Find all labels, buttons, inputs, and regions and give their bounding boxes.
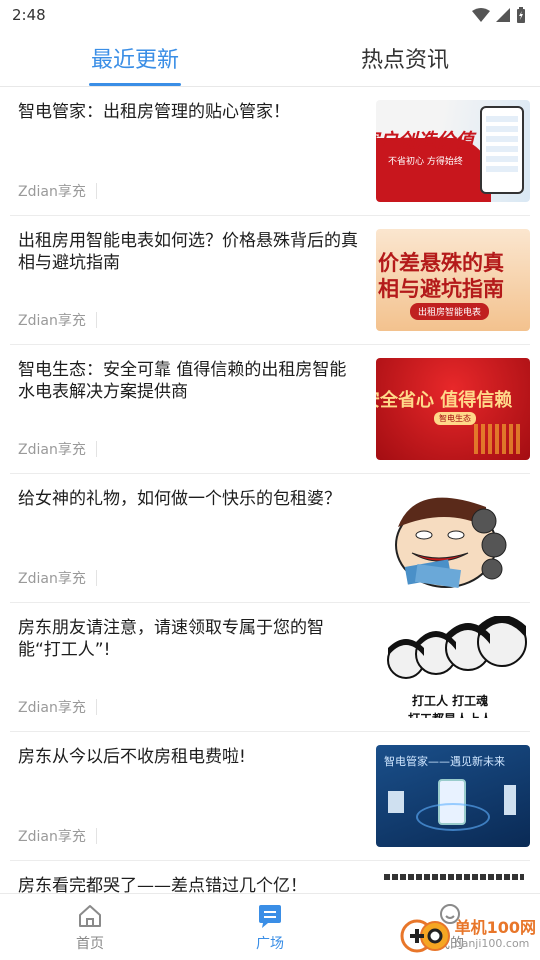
article-text: 房东朋友请注意，请速领取专属于您的智能“打工人”! Zdian享充 [10, 603, 376, 731]
article-author: Zdian享充 [18, 700, 86, 716]
thumb-meter [504, 785, 516, 815]
article-thumbnail: 客户创造价值 不省初心 方得始终 [376, 100, 530, 202]
article-item[interactable]: 给女神的礼物，如何做一个快乐的包租婆？ Zdian享充 [10, 474, 530, 603]
home-icon [79, 904, 101, 927]
article-title: 给女神的礼物，如何做一个快乐的包租婆？ [18, 489, 341, 509]
article-thumbnail: 打工人 打工魂 打工都是人上人 [376, 616, 530, 718]
article-author: Zdian享充 [18, 829, 86, 845]
battery-icon [517, 7, 525, 23]
thumb-meter [388, 791, 404, 813]
meta-divider [95, 441, 97, 457]
article-meta: Zdian享充 [18, 826, 97, 846]
article-meta: Zdian享充 [18, 568, 97, 588]
article-title: 房东看完都哭了——差点错过几个亿！ [18, 876, 307, 894]
thumb-ring [416, 803, 490, 831]
article-text: 出租房用智能电表如何选？价格悬殊背后的真相与避坑指南 Zdian享充 [10, 216, 376, 344]
watermark-logo [399, 916, 451, 956]
thumb-subcaption: 不省初心 方得始终 [388, 157, 463, 167]
thumb-subcaption: 出租房智能电表 [410, 303, 490, 320]
article-author: Zdian享充 [18, 442, 86, 458]
article-title: 出租房用智能电表如何选？价格悬殊背后的真相与避坑指南 [18, 231, 358, 273]
tab-hot-news[interactable]: 热点资讯 [270, 30, 540, 86]
signal-icon [496, 8, 510, 22]
article-text: 房东从今以后不收房租电费啦! Zdian享充 [10, 732, 376, 860]
thumb-caption-line2: 相与避坑指南 [378, 277, 504, 301]
article-item[interactable]: 智电生态：安全可靠 值得信赖的出租房智能水电表解决方案提供商 Zdian享充 安… [10, 345, 530, 474]
meta-divider [95, 699, 97, 715]
article-item[interactable]: 智电管家：出租房管理的贴心管家！ Zdian享充 客户创造价值 不省初心 方得始… [10, 87, 530, 216]
watermark: 单机100网 danji100.com [399, 916, 536, 956]
meta-divider [95, 828, 97, 844]
watermark-sub: danji100.com [454, 937, 530, 950]
article-author: Zdian享充 [18, 184, 86, 200]
article-item[interactable]: 房东看完都哭了——差点错过几个亿！ [10, 861, 530, 894]
thumb-phone [480, 106, 524, 194]
tab-recent-updates[interactable]: 最近更新 [0, 30, 270, 86]
article-thumbnail [376, 874, 530, 894]
thumb-caption: 客户创造价值 [376, 130, 475, 152]
article-thumbnail [376, 487, 530, 589]
nav-square[interactable]: 广场 [180, 894, 360, 960]
nav-home-label: 首页 [76, 935, 104, 952]
tab-bar: 最近更新 热点资讯 [0, 30, 540, 87]
article-title: 智电管家：出租房管理的贴心管家！ [18, 102, 290, 122]
thumb-caption: 智电管家——遇见新未来 [384, 755, 505, 768]
article-thumbnail: 智电管家——遇见新未来 [376, 745, 530, 847]
meta-divider [95, 570, 97, 586]
worker-meme-image [387, 616, 527, 679]
nav-home[interactable]: 首页 [0, 894, 180, 960]
meta-divider [95, 183, 97, 199]
article-item[interactable]: 出租房用智能电表如何选？价格悬殊背后的真相与避坑指南 Zdian享充 价差悬殊的… [10, 216, 530, 345]
article-text: 给女神的礼物，如何做一个快乐的包租婆？ Zdian享充 [10, 474, 376, 602]
article-meta: Zdian享充 [18, 439, 97, 459]
article-text: 智电生态：安全可靠 值得信赖的出租房智能水电表解决方案提供商 Zdian享充 [10, 345, 376, 473]
article-meta: Zdian享充 [18, 310, 97, 330]
thumb-text-strip [384, 874, 524, 880]
article-title: 智电生态：安全可靠 值得信赖的出租房智能水电表解决方案提供商 [18, 360, 347, 402]
landlady-meme-image [395, 497, 507, 588]
article-thumbnail: 价差悬殊的真 相与避坑指南 出租房智能电表 [376, 229, 530, 331]
article-text: 房东看完都哭了——差点错过几个亿！ [10, 861, 376, 894]
status-bar: 2:48 [0, 0, 540, 30]
article-list: 智电管家：出租房管理的贴心管家！ Zdian享充 客户创造价值 不省初心 方得始… [0, 87, 540, 894]
article-thumbnail: 安全省心 值得信赖 智电生态 [376, 358, 530, 460]
watermark-text: 单机100网 danji100.com [455, 920, 536, 952]
thumb-skyline [474, 424, 520, 454]
thumb-caption: 安全省心 值得信赖 [376, 390, 513, 411]
wifi-icon [472, 8, 490, 22]
article-author: Zdian享充 [18, 313, 86, 329]
article-meta: Zdian享充 [18, 697, 97, 717]
nav-square-label: 广场 [256, 935, 284, 952]
article-title: 房东朋友请注意，请速领取专属于您的智能“打工人”! [18, 618, 324, 660]
article-text: 智电管家：出租房管理的贴心管家！ Zdian享充 [10, 87, 376, 215]
article-item[interactable]: 房东朋友请注意，请速领取专属于您的智能“打工人”! Zdian享充 打工人 打工… [10, 603, 530, 732]
meta-divider [95, 312, 97, 328]
status-time: 2:48 [12, 6, 46, 24]
thumb-subcaption: 打工都是人上人 [408, 710, 492, 718]
article-title: 房东从今以后不收房租电费啦! [18, 747, 246, 767]
article-author: Zdian享充 [18, 571, 86, 587]
status-icons [472, 7, 526, 23]
thumb-caption: 打工人 打工魂 [412, 694, 489, 708]
watermark-main: 单机100网 [454, 918, 536, 937]
thumb-subcaption: 智电生态 [434, 412, 476, 425]
article-item[interactable]: 房东从今以后不收房租电费啦! Zdian享充 智电管家——遇见新未来 [10, 732, 530, 861]
square-icon [259, 904, 281, 928]
article-meta: Zdian享充 [18, 181, 97, 201]
